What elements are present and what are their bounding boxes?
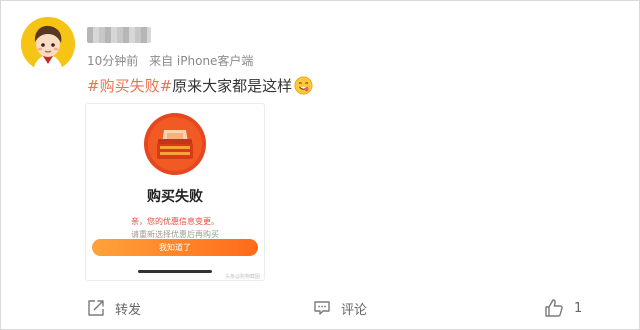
post-time: 10分钟前	[87, 54, 139, 68]
comment-label: 评论	[341, 302, 368, 318]
avatar[interactable]	[21, 17, 75, 71]
embedded-screenshot[interactable]: 购买失败 亲，您的优惠信息变更。 请重新选择优惠后再购买 我知道了 头条@购物截…	[85, 103, 265, 281]
post-body-text: 原来大家都是这样	[172, 77, 293, 95]
post-meta: 10分钟前 来自 iPhone客户端	[87, 52, 260, 69]
avatar-cartoon-image	[21, 17, 75, 71]
thumbs-up-icon	[545, 299, 563, 317]
repost-button[interactable]: 转发	[87, 298, 141, 318]
embed-confirm-button: 我知道了	[92, 239, 258, 256]
share-out-icon	[88, 300, 104, 316]
embed-title: 购买失败	[147, 189, 203, 205]
like-count: 1	[574, 300, 583, 316]
hashtag-link[interactable]: #购买失败#	[87, 77, 172, 95]
weibo-post-card: 10分钟前 来自 iPhone客户端 #购买失败#原来大家都是这样 购买失败 亲	[0, 0, 640, 330]
comment-button[interactable]: 评论	[313, 298, 367, 318]
embed-watermark: 头条@购物截图	[224, 274, 260, 280]
post-text: #购买失败#原来大家都是这样	[87, 75, 313, 97]
blurred-username[interactable]	[87, 27, 151, 43]
repost-label: 转发	[115, 302, 142, 318]
post-source: 来自 iPhone客户端	[149, 54, 254, 68]
like-button[interactable]: 1	[544, 298, 582, 318]
yummy-face-emoji-icon	[294, 76, 313, 95]
home-indicator-bar	[138, 270, 212, 273]
shopping-store-icon	[144, 113, 206, 175]
embed-notice: 亲，您的优惠信息变更。	[131, 217, 219, 226]
comment-bubble-icon	[314, 301, 330, 315]
